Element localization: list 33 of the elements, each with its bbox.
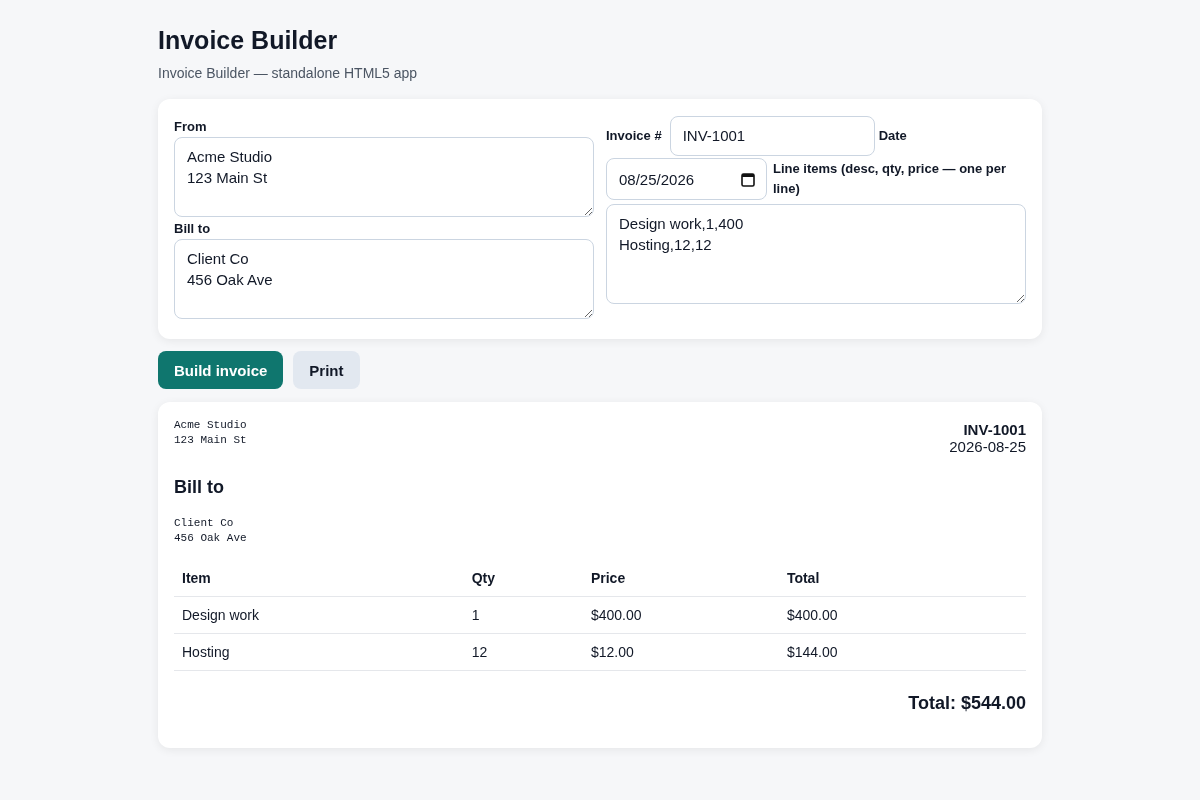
line-items-label: Line items (desc, qty, price — one per line) [773,160,1008,198]
table-cell: Hosting [174,633,464,671]
invoice-number-label: Invoice # [606,127,662,145]
column-header: Price [582,560,779,597]
invoice-date: 2026-08-25 [949,438,1026,455]
bill-to-field[interactable]: Client Co 456 Oak Ave [174,239,594,319]
bill-to-heading: Bill to [174,477,225,498]
table-cell: Design work [174,596,464,634]
invoice-number-field[interactable]: INV-1001 [669,115,875,156]
calendar-icon[interactable] [741,172,755,187]
date-field[interactable]: 08/25/2026 [606,158,767,200]
table-cell: $400.00 [778,596,1026,634]
client-address: Client Co 456 Oak Ave [174,516,248,546]
print-button[interactable]: Print [293,351,360,389]
column-header: Item [174,560,464,597]
bill-to-label: Bill to [174,221,212,236]
app-subtitle: Invoice Builder — standalone HTML5 app [158,65,419,81]
app-title: Invoice Builder [158,26,339,55]
date-label: Date [878,127,907,145]
line-items-field[interactable]: Design work,1,400 Hosting,12,12 [606,204,1026,304]
sender-address: Acme Studio 123 Main St [174,418,247,448]
invoice-number: INV-1001 [962,420,1026,438]
invoice-total: Total: $544.00 [907,693,1026,714]
from-field[interactable]: Acme Studio 123 Main St [174,137,594,217]
table-cell: $12.00 [582,633,779,671]
column-header: Total [778,560,1026,597]
column-header: Qty [463,560,583,597]
table-cell: $400.00 [582,596,779,634]
build-invoice-button[interactable]: Build invoice [158,351,284,389]
table-cell: 1 [463,596,583,634]
table-cell: 12 [463,633,583,671]
from-label: From [174,119,208,134]
table-cell: $144.00 [778,633,1026,671]
